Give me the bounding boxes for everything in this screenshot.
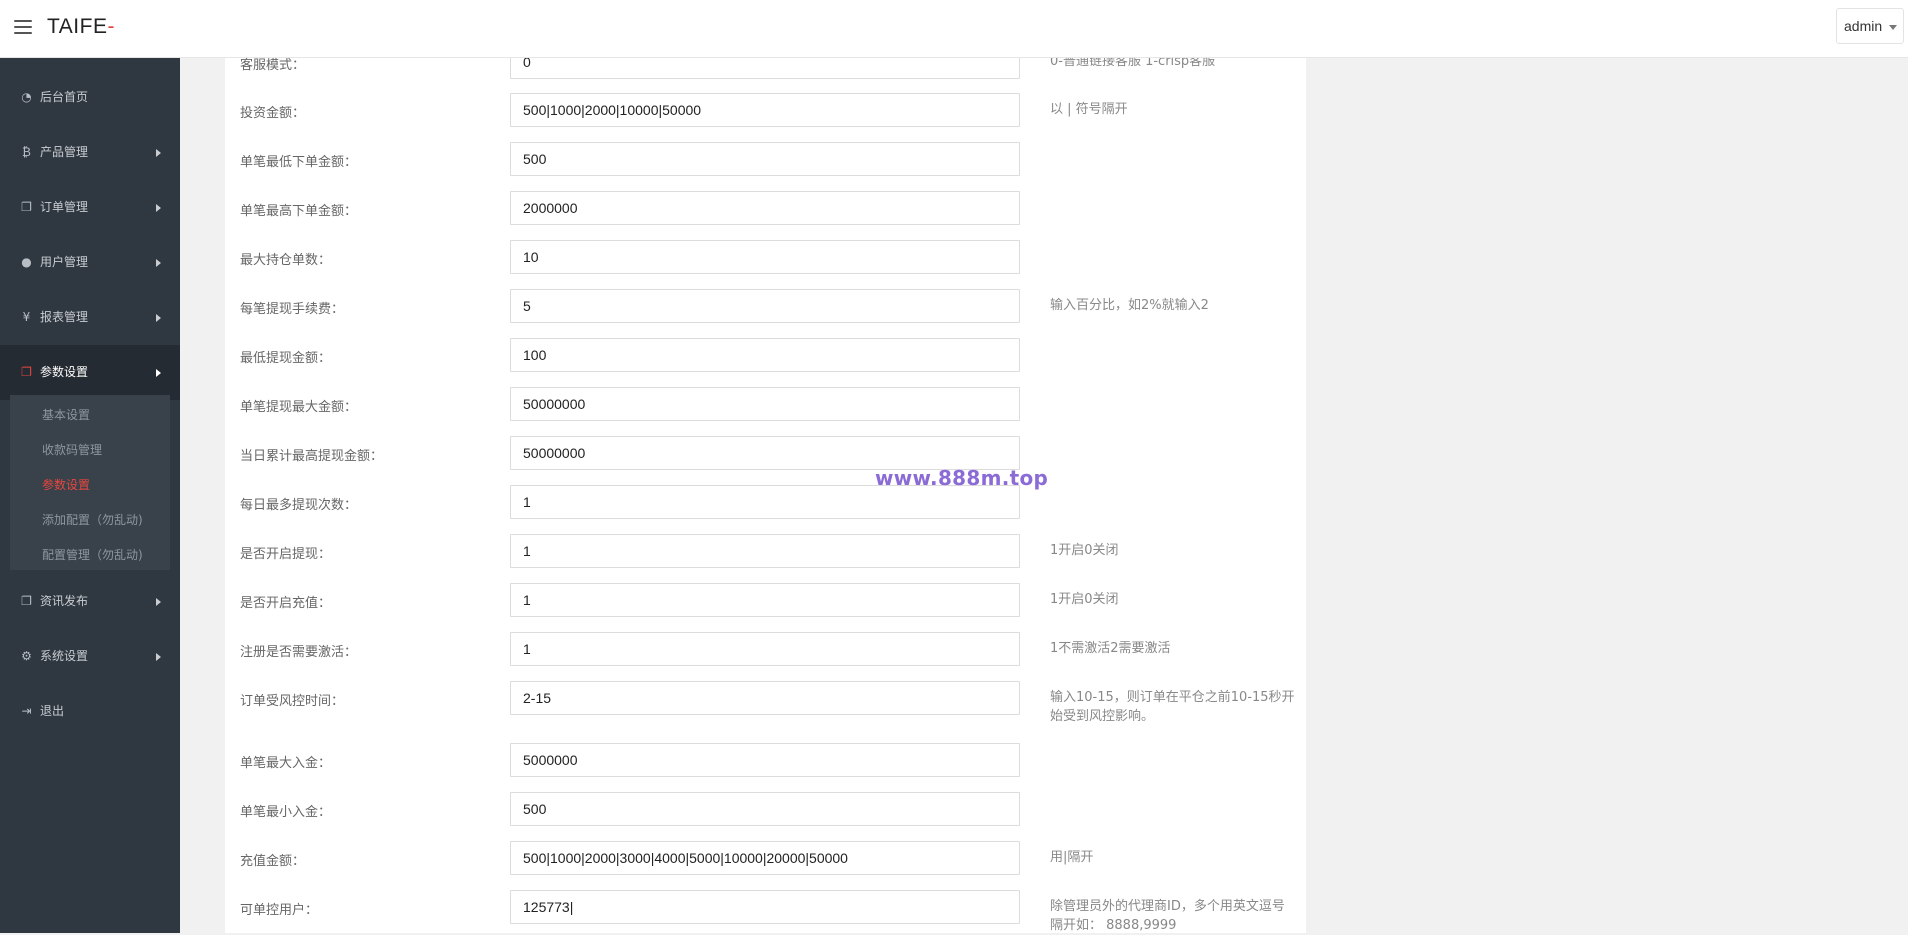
caret-down-icon [1889, 25, 1897, 30]
form-label: 单笔最低下单金额： [240, 155, 358, 170]
form-label: 是否开启充值： [240, 596, 332, 611]
form-hint: 输入10-15，则订单在平仓之前10-15秒开始受到风控影响。 [1050, 690, 1295, 724]
form-input[interactable]: 2-15 [510, 681, 1020, 715]
form-label: 每笔提现手续费： [240, 302, 345, 317]
form-label: 单笔提现最大金额： [240, 400, 358, 415]
sidebar-item-label: 报表管理 [40, 310, 89, 324]
form-input[interactable]: 5 [510, 289, 1020, 323]
copy-icon: ❐ [21, 594, 32, 608]
form-label: 单笔最大入金： [240, 756, 332, 771]
sidebar-item-label: 系统设置 [40, 649, 89, 663]
form-hint: 用|隔开 [1050, 850, 1094, 865]
chevron-right-icon [156, 598, 161, 606]
watermark: www.888m.top [875, 466, 1049, 490]
sidebar-item-label: 后台首页 [40, 90, 89, 104]
bitcoin-icon: ₿ [22, 145, 31, 159]
sidebar-item-news[interactable]: ❐ 资讯发布 [0, 574, 180, 629]
sidebar-item-system[interactable]: ⚙ 系统设置 [0, 629, 180, 684]
sidebar-item-logout[interactable]: ⇥ 退出 [0, 684, 180, 739]
user-icon: ● [21, 255, 32, 269]
sidebar-item-label: 用户管理 [40, 255, 89, 269]
submenu-item-qrcode[interactable]: 收款码管理 [42, 443, 102, 457]
sidebar-item-label: 退出 [40, 704, 65, 718]
form-input[interactable]: 500 [510, 142, 1020, 176]
top-header: TAIFE- admin [0, 0, 1908, 58]
user-menu-button[interactable]: admin [1836, 8, 1904, 44]
menu-toggle-icon[interactable] [14, 20, 32, 36]
chevron-right-icon [156, 149, 161, 157]
form-input[interactable]: 5000000 [510, 743, 1020, 777]
form-input[interactable]: 1 [510, 534, 1020, 568]
form-hint: 以 | 符号隔开 [1050, 102, 1128, 117]
sidebar-item-params[interactable]: ❐ 参数设置 [0, 345, 180, 400]
sidebar: ◔ 后台首页 ₿ 产品管理 ❐ 订单管理 ● 用户管理 ¥ 报表管理 ❐ 参数设… [0, 58, 180, 933]
copy-icon: ❐ [21, 200, 32, 214]
chevron-right-icon [156, 204, 161, 212]
sidebar-item-users[interactable]: ● 用户管理 [0, 235, 180, 290]
chevron-right-icon [156, 653, 161, 661]
sidebar-item-label: 资讯发布 [40, 594, 89, 608]
form-label: 每日最多提现次数： [240, 498, 358, 513]
gears-icon: ⚙ [21, 649, 32, 663]
form-input[interactable]: 50000000 [510, 436, 1020, 470]
form-hint: 1不需激活2需要激活 [1050, 641, 1171, 656]
form-label: 充值金额： [240, 854, 306, 869]
submenu-params: 基本设置 收款码管理 参数设置 添加配置（勿乱动) 配置管理（勿乱动) [10, 395, 170, 570]
form-hint: 除管理员外的代理商ID，多个用英文逗号隔开如： 8888,9999 [1050, 899, 1285, 933]
form-input[interactable]: 10 [510, 240, 1020, 274]
form-input[interactable]: 500|1000|2000|10000|50000 [510, 93, 1020, 127]
sidebar-item-products[interactable]: ₿ 产品管理 [0, 125, 180, 180]
sidebar-item-label: 产品管理 [40, 145, 89, 159]
form-label: 是否开启提现： [240, 547, 332, 562]
dashboard-icon: ◔ [21, 90, 32, 104]
form-label: 单笔最高下单金额： [240, 204, 358, 219]
chevron-right-icon [156, 369, 161, 377]
submenu-item-params[interactable]: 参数设置 [42, 478, 90, 492]
form-input[interactable]: 50000000 [510, 387, 1020, 421]
form-input[interactable]: 125773| [510, 890, 1020, 924]
yen-icon: ¥ [22, 310, 31, 324]
form-label: 当日累计最高提现金额： [240, 449, 384, 464]
sidebar-item-reports[interactable]: ¥ 报表管理 [0, 290, 180, 345]
chevron-right-icon [156, 259, 161, 267]
form-input[interactable]: 100 [510, 338, 1020, 372]
sign-out-icon: ⇥ [21, 704, 32, 718]
form-label: 最大持仓单数： [240, 253, 332, 268]
brand-text: TAIFE [47, 15, 108, 38]
copy-icon: ❐ [21, 365, 32, 379]
submenu-item-basic[interactable]: 基本设置 [42, 408, 90, 422]
sidebar-item-dashboard[interactable]: ◔ 后台首页 [0, 70, 180, 125]
form-hint: 1开启0关闭 [1050, 543, 1119, 558]
settings-form: 客服模式： 0 0-普通链接客服 1-crisp客服 投资金额： 500|1000|20… [225, 45, 1306, 933]
chevron-right-icon [156, 314, 161, 322]
form-label: 订单受风控时间： [240, 694, 345, 709]
form-label: 可单控用户： [240, 903, 319, 918]
form-input[interactable]: 2000000 [510, 191, 1020, 225]
form-label: 最低提现金额： [240, 351, 332, 366]
form-input[interactable]: 1 [510, 485, 1020, 519]
form-input[interactable]: 500 [510, 792, 1020, 826]
sidebar-item-label: 参数设置 [40, 365, 89, 379]
brand-accent: - [107, 15, 115, 38]
brand-logo[interactable]: TAIFE- [47, 15, 115, 39]
submenu-item-config-manage[interactable]: 配置管理（勿乱动) [42, 548, 143, 562]
form-label: 单笔最小入金： [240, 805, 332, 820]
form-input[interactable]: 1 [510, 632, 1020, 666]
form-input[interactable]: 1 [510, 583, 1020, 617]
form-hint: 输入百分比，如2%就输入2 [1050, 298, 1209, 313]
submenu-item-add-config[interactable]: 添加配置（勿乱动) [42, 513, 143, 527]
sidebar-item-orders[interactable]: ❐ 订单管理 [0, 180, 180, 235]
form-label: 注册是否需要激活： [240, 645, 358, 660]
form-label: 投资金额： [240, 106, 306, 121]
form-hint: 1开启0关闭 [1050, 592, 1119, 607]
user-name: admin [1844, 18, 1883, 34]
form-input[interactable]: 500|1000|2000|3000|4000|5000|10000|20000… [510, 841, 1020, 875]
sidebar-item-label: 订单管理 [40, 200, 89, 214]
